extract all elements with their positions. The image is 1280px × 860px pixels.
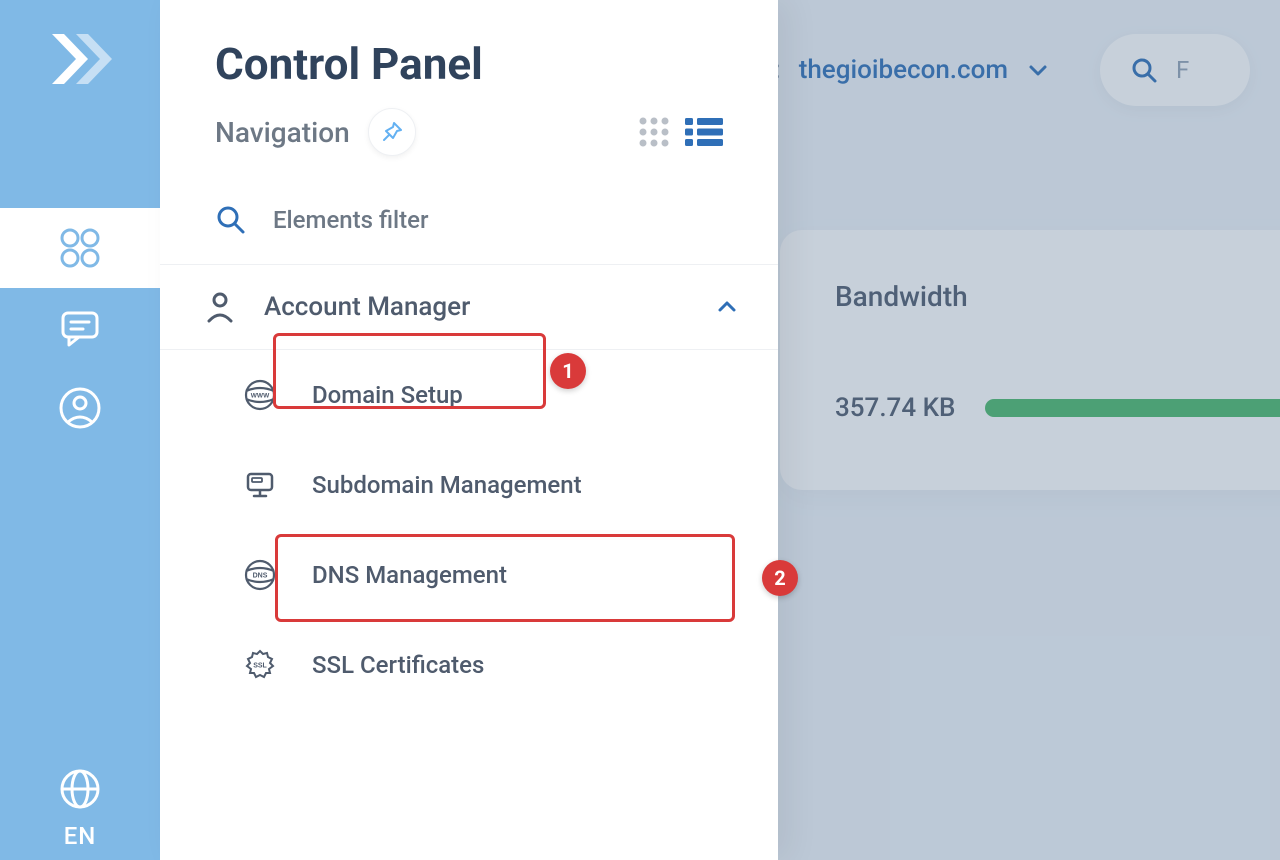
nav-item-label: SSL Certificates [312, 651, 484, 679]
callout-badge-2: 2 [762, 560, 798, 596]
user-icon [200, 291, 240, 323]
chat-icon [59, 307, 101, 349]
callout-badge-1: 1 [550, 353, 586, 389]
user-circle-icon [58, 386, 102, 430]
nav-item-ssl-certificates[interactable]: SSL SSL Certificates [160, 620, 778, 710]
subdomain-icon [240, 468, 280, 502]
chevron-up-icon [716, 296, 738, 318]
view-list-button[interactable] [685, 117, 723, 147]
globe-icon [59, 768, 101, 810]
rail-apps-button[interactable] [0, 208, 160, 288]
rail-language-button[interactable]: EN [59, 768, 101, 850]
nav-item-label: DNS Management [312, 561, 507, 589]
pin-button[interactable] [368, 108, 416, 156]
rail-user-button[interactable] [0, 368, 160, 448]
callout-number: 2 [774, 566, 785, 590]
www-globe-icon: WWW [240, 378, 280, 412]
rail-language-label: EN [64, 822, 97, 850]
logo-icon [46, 30, 114, 88]
navigation-title: Control Panel [215, 38, 723, 90]
elements-filter[interactable]: Elements filter [160, 176, 778, 264]
search-icon [215, 204, 247, 236]
callout-number: 1 [562, 359, 573, 383]
list-icon [685, 117, 723, 147]
left-rail: EN [0, 0, 160, 860]
nav-item-subdomain-management[interactable]: Subdomain Management [160, 440, 778, 530]
navigation-panel: Control Panel Navigation [160, 0, 778, 860]
svg-text:DNS: DNS [253, 573, 268, 580]
view-grid-button[interactable] [637, 115, 671, 149]
nav-item-label: Domain Setup [312, 381, 463, 409]
nav-item-dns-management[interactable]: DNS DNS Management [160, 530, 778, 620]
grid-icon [637, 115, 671, 149]
pin-icon [381, 121, 403, 143]
svg-text:SSL: SSL [253, 663, 267, 670]
nav-section-items: WWW Domain Setup Subdomain Management [160, 350, 778, 710]
nav-item-label: Subdomain Management [312, 471, 582, 499]
nav-section-label: Account Manager [264, 292, 470, 322]
apps-grid-icon [58, 226, 102, 270]
rail-messages-button[interactable] [0, 288, 160, 368]
svg-text:WWW: WWW [251, 393, 270, 400]
nav-section-account-manager[interactable]: Account Manager [160, 264, 778, 350]
elements-filter-placeholder: Elements filter [273, 206, 428, 234]
nav-item-domain-setup[interactable]: WWW Domain Setup [160, 350, 778, 440]
navigation-subtitle: Navigation [215, 116, 350, 149]
ssl-badge-icon: SSL [240, 648, 280, 682]
navigation-header: Control Panel Navigation [160, 0, 778, 176]
dns-icon: DNS [240, 558, 280, 592]
